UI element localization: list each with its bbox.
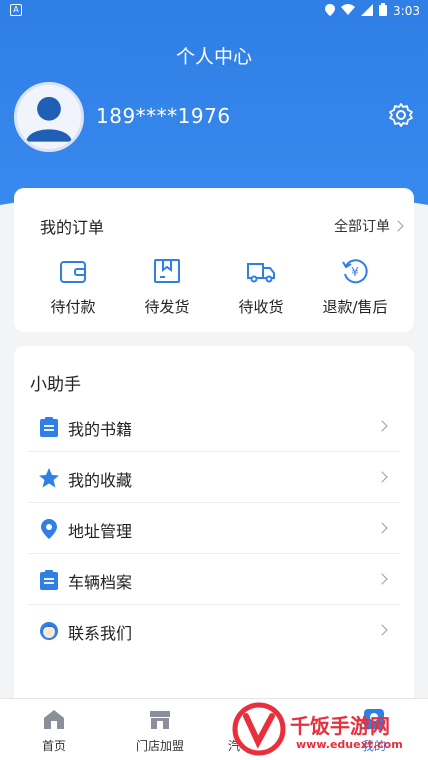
star-icon bbox=[38, 467, 60, 489]
settings-button[interactable] bbox=[388, 102, 414, 128]
helper-title: 小助手 bbox=[30, 375, 81, 395]
helper-card: 小助手 我的书籍 我的收藏 地址管理 车辆档案 联系我们 bbox=[14, 346, 414, 706]
menu-my-books[interactable]: 我的书籍 bbox=[28, 402, 400, 452]
truck-icon bbox=[246, 256, 276, 286]
avatar[interactable] bbox=[14, 82, 84, 152]
wallet-icon bbox=[58, 256, 88, 286]
svg-text:¥: ¥ bbox=[351, 265, 359, 279]
signal-icon bbox=[361, 3, 374, 19]
clipboard-icon bbox=[38, 569, 60, 591]
refund-icon: ¥ bbox=[340, 256, 370, 286]
order-pending-receipt[interactable]: 待收货 bbox=[216, 256, 306, 317]
status-bar: A 3:03 bbox=[0, 0, 428, 22]
home-icon bbox=[42, 707, 66, 731]
watermark-text: 千饭手游网 bbox=[290, 714, 390, 738]
battery-icon bbox=[379, 3, 388, 19]
page-title: 个人中心 bbox=[175, 46, 252, 68]
user-phone: 189****1976 bbox=[96, 104, 231, 128]
location-icon bbox=[325, 3, 336, 19]
user-avatar-icon bbox=[17, 85, 81, 149]
order-refund[interactable]: ¥ 退款/售后 bbox=[310, 256, 400, 317]
gear-icon bbox=[389, 103, 413, 127]
tab-home[interactable]: 首页 bbox=[14, 707, 94, 754]
orders-title: 我的订单 bbox=[40, 218, 105, 237]
menu-contact-us[interactable]: 联系我们 bbox=[28, 606, 400, 656]
watermark-logo bbox=[232, 702, 286, 756]
store-icon bbox=[148, 707, 172, 731]
menu-address-management[interactable]: 地址管理 bbox=[28, 504, 400, 554]
package-icon bbox=[152, 256, 182, 286]
watermark-url: www.eduext.com bbox=[296, 738, 403, 751]
location-pin-icon bbox=[38, 518, 60, 540]
order-pending-payment[interactable]: 待付款 bbox=[28, 256, 118, 317]
tab-store-franchise[interactable]: 门店加盟 bbox=[120, 707, 200, 754]
all-orders-link[interactable]: 全部订单 bbox=[334, 216, 404, 236]
chevron-right-icon bbox=[376, 573, 388, 585]
chevron-right-icon bbox=[376, 522, 388, 534]
chevron-right-icon bbox=[376, 624, 388, 636]
chevron-right-icon bbox=[392, 220, 404, 232]
support-agent-icon bbox=[38, 620, 60, 642]
orders-card: 我的订单 全部订单 待付款 待发货 待收货 ¥ 退款/售后 bbox=[14, 188, 414, 332]
order-pending-shipment[interactable]: 待发货 bbox=[122, 256, 212, 317]
status-time: 3:03 bbox=[393, 4, 420, 18]
wifi-icon bbox=[341, 4, 356, 18]
clipboard-icon bbox=[38, 416, 60, 438]
menu-my-favorites[interactable]: 我的收藏 bbox=[28, 453, 400, 503]
notification-icon: A bbox=[10, 4, 22, 16]
menu-vehicle-records[interactable]: 车辆档案 bbox=[28, 555, 400, 605]
chevron-right-icon bbox=[376, 471, 388, 483]
chevron-right-icon bbox=[376, 420, 388, 432]
